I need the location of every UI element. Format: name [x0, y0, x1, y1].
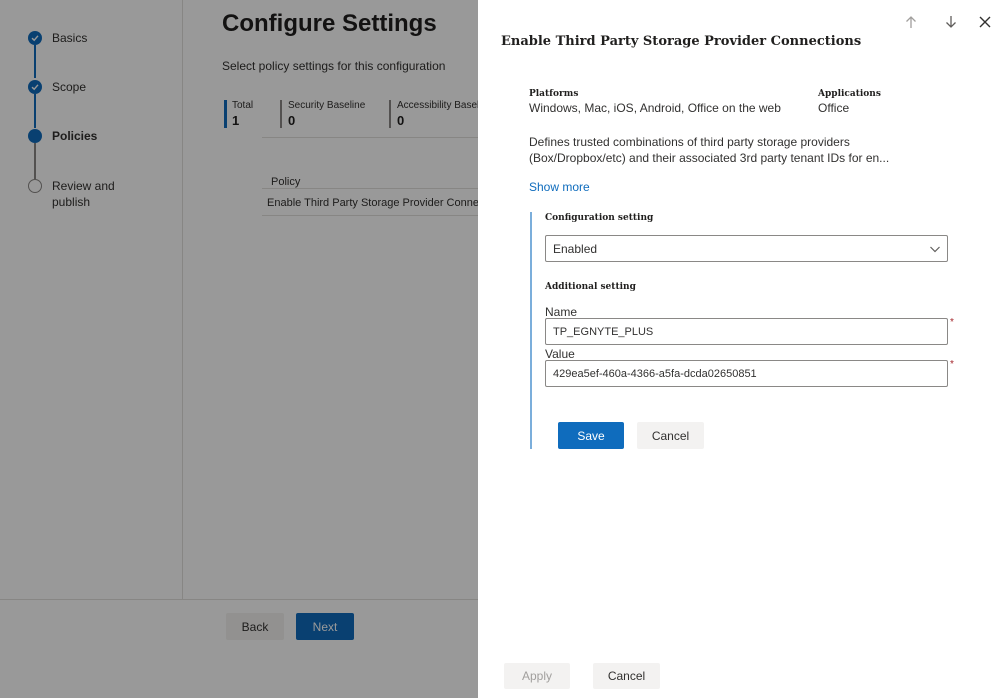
dropdown-value: Enabled — [553, 241, 598, 256]
required-marker: * — [950, 317, 954, 328]
close-icon[interactable] — [976, 13, 994, 31]
platforms-value: Windows, Mac, iOS, Android, Office on th… — [529, 101, 781, 115]
platforms-label: Platforms — [529, 89, 579, 99]
applications-label: Applications — [818, 89, 881, 99]
applications-value: Office — [818, 101, 850, 115]
policy-description: Defines trusted combinations of third pa… — [529, 135, 890, 165]
name-field-label: Name — [545, 305, 578, 319]
policy-details-panel: Enable Third Party Storage Provider Conn… — [478, 0, 999, 698]
section-accent-bar — [530, 212, 532, 449]
value-field[interactable] — [545, 360, 948, 387]
apply-button[interactable]: Apply — [504, 663, 570, 689]
arrow-down-icon[interactable] — [942, 13, 960, 31]
chevron-down-icon — [929, 243, 941, 258]
configuration-setting-label: Configuration setting — [545, 213, 654, 223]
additional-setting-label: Additional setting — [545, 282, 636, 292]
panel-title: Enable Third Party Storage Provider Conn… — [501, 34, 862, 49]
configuration-setting-dropdown[interactable]: Enabled — [545, 235, 948, 262]
cancel-button[interactable]: Cancel — [637, 422, 704, 449]
footer-cancel-button[interactable]: Cancel — [593, 663, 660, 689]
arrow-up-icon[interactable] — [902, 13, 920, 31]
save-button[interactable]: Save — [558, 422, 624, 449]
required-marker: * — [950, 359, 954, 370]
value-field-label: Value — [545, 347, 575, 361]
show-more-link[interactable]: Show more — [529, 180, 590, 194]
name-field[interactable] — [545, 318, 948, 345]
